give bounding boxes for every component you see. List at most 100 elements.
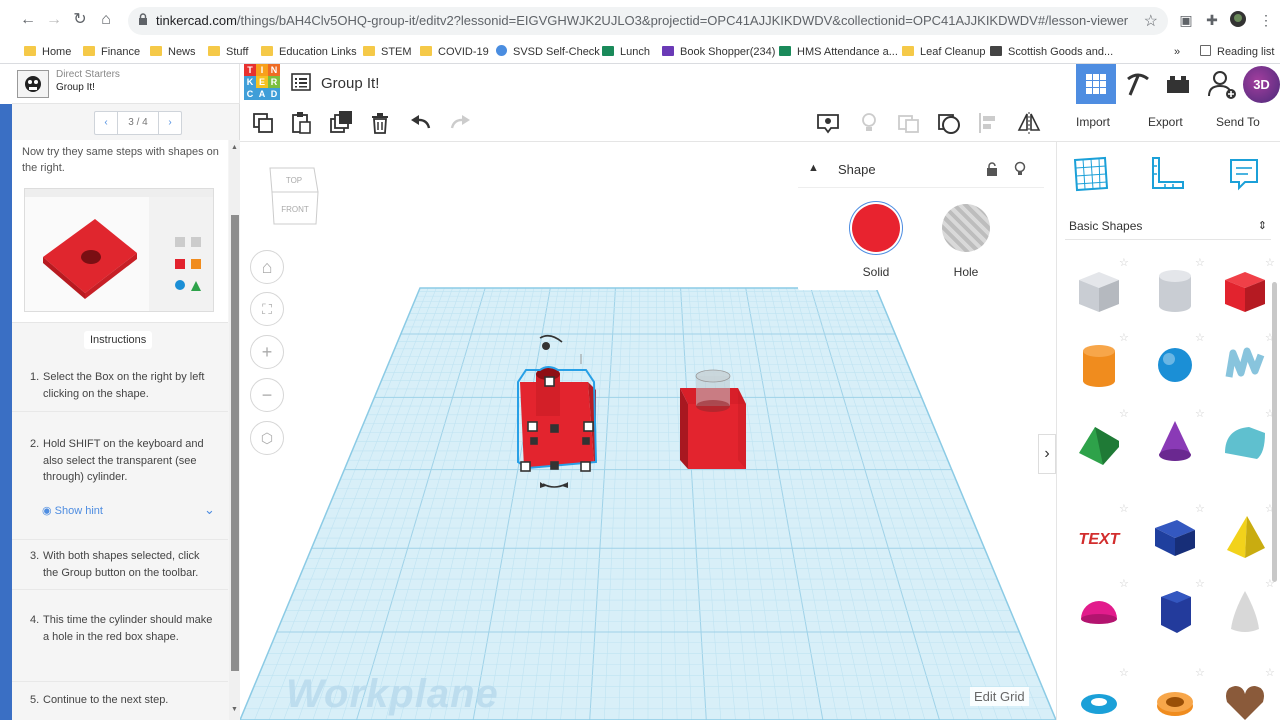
favorite-star-icon[interactable]: ☆ [1195, 502, 1205, 515]
view-cube[interactable]: TOP FRONT [266, 162, 322, 230]
shape-text[interactable]: TEXT ☆ [1071, 503, 1129, 564]
scroll-up-icon[interactable]: ▲ [231, 144, 238, 151]
chevron-down-icon[interactable]: ⌄ [204, 502, 215, 518]
menu-kebab-icon[interactable]: ⋮ [1256, 10, 1276, 30]
shape-sphere[interactable]: ☆ [1147, 332, 1205, 393]
fit-view-icon[interactable]: ⛶ [250, 292, 284, 326]
shape-scribble[interactable]: ☆ [1217, 332, 1275, 393]
shape-tube[interactable]: ☆ [1147, 667, 1205, 720]
profile-icon[interactable] [1228, 10, 1248, 30]
shape-half-sphere[interactable]: ☆ [1071, 578, 1129, 639]
instructions-tab[interactable]: Instructions [84, 331, 153, 349]
shape-roof[interactable]: ☆ [1071, 408, 1129, 469]
forward-icon[interactable]: → [44, 10, 64, 30]
favorite-star-icon[interactable]: ☆ [1119, 666, 1129, 679]
scrollbar-thumb[interactable] [231, 215, 239, 671]
bookmark-scottish-goods[interactable]: Scottish Goods and... [990, 40, 1113, 64]
edit-grid-button[interactable]: Edit Grid [970, 687, 1029, 706]
duplicate-icon[interactable] [328, 110, 354, 136]
design-list-icon[interactable] [291, 73, 311, 91]
lego-view-button[interactable] [1158, 64, 1198, 104]
shape-paraboloid[interactable]: ☆ [1217, 578, 1275, 639]
delete-icon[interactable] [367, 110, 393, 136]
extension-icon[interactable]: ▣ [1176, 10, 1196, 30]
notes-icon[interactable] [815, 110, 841, 136]
user-avatar[interactable]: 3D [1243, 66, 1280, 103]
lightbulb-icon[interactable] [1014, 161, 1026, 177]
show-hint-link[interactable]: ◉ Show hint [42, 504, 103, 517]
favorite-star-icon[interactable]: ☆ [1195, 577, 1205, 590]
bookmark-news[interactable]: News [150, 40, 196, 64]
minecraft-view-button[interactable] [1118, 64, 1158, 104]
favorite-star-icon[interactable]: ☆ [1195, 666, 1205, 679]
bookmark-education-links[interactable]: Education Links [261, 40, 357, 64]
shape-cylinder-hole[interactable]: ☆ [1147, 257, 1205, 318]
home-icon[interactable]: ⌂ [96, 10, 116, 30]
shape-polygon[interactable]: ☆ [1147, 578, 1205, 639]
puzzle-icon[interactable]: ✚ [1202, 10, 1222, 30]
shapes-scrollbar[interactable] [1271, 252, 1279, 720]
workplane-icon[interactable] [1071, 154, 1111, 194]
zoom-in-icon[interactable]: + [250, 335, 284, 369]
ruler-icon[interactable] [1147, 154, 1187, 194]
ungroup-icon[interactable] [896, 110, 922, 136]
shape-pyramid[interactable]: ☆ [1217, 503, 1275, 564]
bookmark-stuff[interactable]: Stuff [208, 40, 248, 64]
bookmark-covid[interactable]: COVID-19 [420, 40, 489, 64]
design-title[interactable]: Group It! [321, 75, 379, 92]
bookmark-book-shopper[interactable]: Book Shopper(234) [662, 40, 775, 64]
bookmark-star-icon[interactable]: ☆ [1144, 11, 1158, 31]
3d-view-button[interactable] [1076, 64, 1116, 104]
bookmark-leaf-cleanup[interactable]: Leaf Cleanup [902, 40, 985, 64]
design-canvas[interactable]: TOP FRONT ⌂ ⛶ + − ⬡ Workplane Edit Grid … [240, 142, 1056, 720]
shape-torus[interactable]: ☆ [1071, 667, 1129, 720]
favorite-star-icon[interactable]: ☆ [1119, 577, 1129, 590]
send-to-button[interactable]: Send To [1216, 115, 1260, 129]
shape-cone[interactable]: ☆ [1147, 408, 1205, 469]
scrollbar-thumb[interactable] [1272, 282, 1277, 582]
shape-round-roof[interactable]: ☆ [1217, 408, 1275, 469]
scroll-down-icon[interactable]: ▼ [231, 706, 238, 713]
shape-box-blue[interactable]: ☆ [1147, 503, 1205, 564]
favorite-star-icon[interactable]: ☆ [1195, 331, 1205, 344]
bookmark-finance[interactable]: Finance [83, 40, 140, 64]
shape-cylinder[interactable]: ☆ [1071, 332, 1129, 393]
shape-category-select[interactable]: Basic Shapes ⇕ [1065, 214, 1271, 240]
solid-color-swatch[interactable] [852, 204, 900, 252]
add-user-icon[interactable] [1206, 68, 1238, 100]
collapse-panel-icon[interactable]: › [1038, 434, 1056, 474]
redo-icon[interactable] [447, 110, 473, 136]
zoom-out-icon[interactable]: − [250, 378, 284, 412]
favorite-star-icon[interactable]: ☆ [1119, 502, 1129, 515]
hole-swatch[interactable] [942, 204, 990, 252]
bookmark-svsd[interactable]: SVSD Self-Check [496, 40, 600, 64]
copy-icon[interactable] [250, 110, 276, 136]
favorite-star-icon[interactable]: ☆ [1195, 407, 1205, 420]
back-icon[interactable]: ← [18, 10, 38, 30]
bookmark-stem[interactable]: STEM [363, 40, 412, 64]
lock-icon[interactable] [986, 162, 998, 176]
note-icon[interactable] [1223, 154, 1263, 194]
next-step-button[interactable]: › [159, 112, 181, 134]
shape-heart[interactable]: ☆ [1217, 667, 1275, 720]
mirror-icon[interactable] [1016, 110, 1042, 136]
reload-icon[interactable]: ↻ [70, 10, 90, 30]
import-button[interactable]: Import [1076, 115, 1110, 129]
favorite-star-icon[interactable]: ☆ [1119, 331, 1129, 344]
bookmark-hms[interactable]: HMS Attendance a... [779, 40, 898, 64]
prev-step-button[interactable]: ‹ [95, 112, 117, 134]
shape-box[interactable]: ☆ [1217, 257, 1275, 318]
tinkercad-logo[interactable]: T I N K E R C A D [244, 64, 280, 100]
favorite-star-icon[interactable]: ☆ [1195, 256, 1205, 269]
bookmark-lunch[interactable]: Lunch [602, 40, 650, 64]
lesson-scrollbar[interactable]: ▲ ▼ [229, 140, 240, 720]
paste-icon[interactable] [288, 110, 314, 136]
favorite-star-icon[interactable]: ☆ [1119, 407, 1129, 420]
bookmark-home[interactable]: Home [24, 40, 71, 64]
undo-icon[interactable] [408, 110, 434, 136]
reading-list[interactable]: Reading list [1200, 40, 1274, 64]
align-icon[interactable] [976, 110, 1002, 136]
address-bar[interactable]: tinkercad.com/things/bAH4Clv5OHQ-group-i… [128, 7, 1168, 35]
export-button[interactable]: Export [1148, 115, 1183, 129]
lightbulb-icon[interactable] [856, 110, 882, 136]
